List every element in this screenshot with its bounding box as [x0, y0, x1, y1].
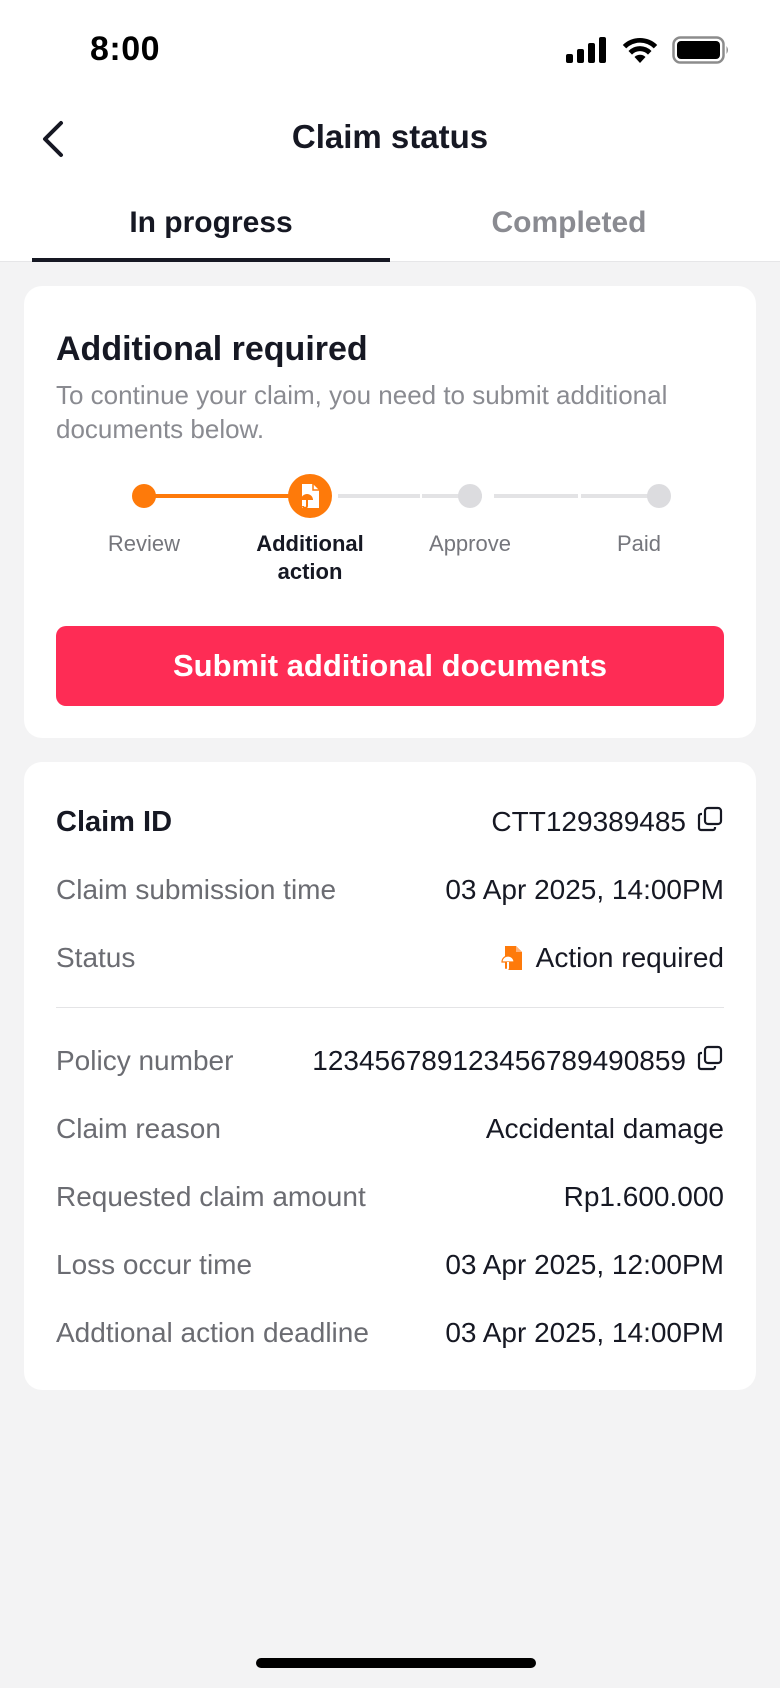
- submission-time-value: 03 Apr 2025, 14:00PM: [445, 874, 724, 905]
- requested-amount-value: Rp1.600.000: [563, 1181, 724, 1212]
- deadline-row: Addtional action deadline 03 Apr 2025, 1…: [56, 1311, 724, 1355]
- status-value: Action required: [535, 942, 724, 973]
- top-bar: 8:00 Claim status In progress Completed: [0, 0, 780, 262]
- copy-claim-id-button[interactable]: [696, 805, 724, 840]
- nav-bar: Claim status: [0, 100, 780, 180]
- claim-id-value: CTT129389485: [491, 806, 686, 837]
- track-pending-3: [494, 494, 578, 498]
- tab-completed[interactable]: Completed: [390, 190, 748, 262]
- details-divider: [56, 1007, 724, 1008]
- submission-time-label: Claim submission time: [56, 874, 337, 905]
- loss-time-label: Loss occur time: [56, 1249, 253, 1280]
- claim-progress-card: Additional required To continue your cla…: [24, 286, 756, 738]
- requested-amount-row: Requested claim amount Rp1.600.000: [56, 1175, 724, 1219]
- step-label-approve: Approve: [429, 531, 511, 556]
- status-row: Status Action required: [56, 936, 724, 980]
- page-title: Claim status: [291, 118, 489, 155]
- track-pending-4: [581, 494, 657, 498]
- claim-reason-value: Accidental damage: [485, 1113, 724, 1144]
- submit-documents-button[interactable]: Submit additional documents: [56, 626, 724, 706]
- copy-icon: [697, 806, 723, 831]
- policy-number-value: 12345678912345678949085​9: [312, 1045, 686, 1076]
- step-dot-review: [132, 484, 156, 508]
- home-indicator[interactable]: [256, 1658, 536, 1668]
- track-pending-1: [338, 494, 420, 498]
- copy-policy-number-button[interactable]: [696, 1044, 724, 1079]
- deadline-value: 03 Apr 2025, 14:00PM: [445, 1317, 724, 1348]
- step-label-review: Review: [107, 531, 181, 556]
- policy-number-label: Policy number: [56, 1045, 234, 1076]
- tab-in-progress[interactable]: In progress: [32, 190, 390, 262]
- card-title: Additional required: [56, 330, 368, 368]
- policy-number-row: Policy number 12345678912345678949085​9: [56, 1039, 724, 1083]
- claim-id-label: Claim ID: [56, 805, 173, 838]
- document-umbrella-icon: [301, 484, 319, 509]
- copy-icon: [697, 1045, 723, 1070]
- step-dot-paid: [647, 484, 671, 508]
- loss-time-row: Loss occur time 03 Apr 2025, 12:00PM: [56, 1243, 724, 1287]
- status-time: 8:00: [90, 30, 161, 68]
- status-bar: 8:00: [0, 0, 780, 100]
- status-value-group: Action required: [500, 942, 724, 974]
- step-label-additional-action: Additional action: [230, 530, 390, 586]
- status-label: Status: [56, 942, 136, 973]
- step-dot-additional-action: [288, 474, 332, 518]
- battery-icon: [672, 36, 728, 64]
- claim-id-value-group: CTT129389485: [491, 805, 724, 840]
- step-label-paid: Paid: [616, 531, 662, 556]
- wifi-icon: [622, 37, 658, 63]
- policy-number-value-group: 12345678912345678949085​9: [312, 1044, 724, 1079]
- submission-time-row: Claim submission time 03 Apr 2025, 14:00…: [56, 868, 724, 912]
- claim-id-row: Claim ID CTT129389485: [56, 800, 724, 844]
- card-description: To continue your claim, you need to subm…: [56, 380, 668, 444]
- document-umbrella-icon: [501, 946, 522, 971]
- tab-bar: In progress Completed: [32, 190, 748, 262]
- deadline-label: Addtional action deadline: [56, 1317, 369, 1348]
- claim-reason-row: Claim reason Accidental damage: [56, 1107, 724, 1151]
- signal-icon: [566, 37, 606, 63]
- loss-time-value: 03 Apr 2025, 12:00PM: [445, 1249, 724, 1280]
- step-dot-approve: [458, 484, 482, 508]
- claim-details-card: Claim ID CTT129389485 Claim submission t…: [24, 762, 756, 1390]
- claim-reason-label: Claim reason: [56, 1113, 221, 1144]
- status-icons: [566, 36, 730, 64]
- step-label-additional-action-text: Additional action: [256, 531, 364, 584]
- requested-amount-label: Requested claim amount: [56, 1181, 366, 1212]
